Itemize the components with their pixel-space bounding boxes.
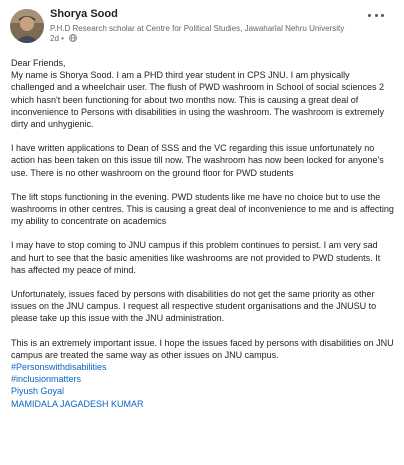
post-paragraph-2: I have written applications to Dean of S… [11,143,384,178]
post-time: 2d [50,34,59,43]
post-card: Shorya Sood P.H.D Research scholar at Ce… [0,0,404,465]
hashtag-link[interactable]: #Personswithdisabilities [11,361,395,373]
post-paragraph-5: Unfortunately, issues faced by persons w… [11,289,377,324]
post-body: Dear Friends, My name is Shorya Sood. I … [11,57,395,410]
author-name[interactable]: Shorya Sood [50,8,118,20]
post-paragraph-3: The lift stops functioning in the evenin… [11,191,394,227]
post-paragraph-1: My name is Shorya Sood. I am a PHD third… [11,70,385,130]
hashtag-link[interactable]: #inclusionmatters [11,373,395,385]
globe-icon [69,34,77,44]
post-paragraph-4: I may have to stop coming to JNU campus … [11,240,381,275]
avatar[interactable] [10,9,44,43]
post-header: Shorya Sood P.H.D Research scholar at Ce… [0,0,404,52]
meta-separator: • [61,34,64,43]
post-paragraph-6: This is an extremely important issue. I … [11,337,394,360]
post-greeting: Dear Friends, [11,58,66,68]
more-options-icon[interactable] [368,10,384,20]
mention-link[interactable]: MAMIDALA JAGADESH KUMAR [11,398,395,410]
post-meta: 2d • [50,34,77,44]
mention-link[interactable]: Piyush Goyal [11,385,395,397]
author-headline: P.H.D Research scholar at Centre for Pol… [50,24,345,33]
